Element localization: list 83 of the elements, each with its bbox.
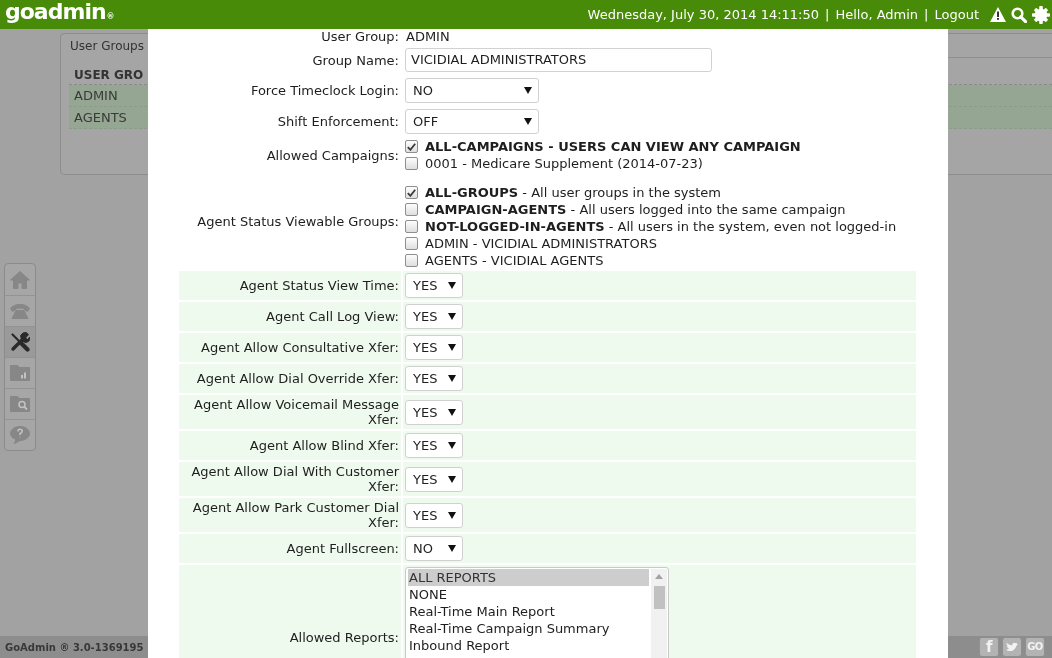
field-label: Group Name:: [312, 52, 399, 68]
folder-search-icon: [10, 396, 30, 412]
help-icon: [10, 426, 30, 444]
caret-icon: [448, 475, 456, 483]
field-label: Allowed Reports:: [289, 629, 399, 645]
caret-icon: [448, 344, 456, 351]
checkbox[interactable]: [405, 254, 418, 267]
field-label: Agent Status View Time:: [239, 278, 399, 293]
checkbox-label: 0001 - Medicare Supplement (2014-07-23): [425, 156, 703, 171]
checkmark-icon: [407, 188, 416, 197]
caret-icon: [448, 375, 456, 382]
settings-icon[interactable]: [1032, 5, 1050, 24]
checkmark-icon: [407, 142, 416, 151]
caret-icon: [448, 408, 456, 416]
folder-chart-icon: [10, 365, 30, 381]
dropdown[interactable]: OFF: [405, 109, 539, 134]
list-box[interactable]: ALL REPORTS NONE Real-Time Main Report Real-Time Campaign Summary Inbound Report: [405, 567, 669, 658]
dropdown[interactable]: YES: [405, 335, 463, 360]
caret-icon: [448, 545, 456, 552]
logo[interactable]: goadmin®: [5, 0, 115, 29]
phone-icon: [10, 303, 30, 319]
field-label: Agent Allow Consultative Xfer:: [201, 340, 399, 355]
field-label: Agent Allow Blind Xfer:: [249, 438, 399, 453]
checkbox[interactable]: [405, 203, 418, 216]
list-option[interactable]: ALL REPORTS: [408, 569, 649, 586]
field-label: Agent Allow Dial Override Xfer:: [196, 371, 399, 386]
scrollbar-thumb[interactable]: [653, 586, 665, 609]
checkbox[interactable]: [405, 157, 418, 170]
caret-icon: [448, 313, 456, 320]
dropdown[interactable]: YES: [405, 399, 463, 425]
caret-icon: [524, 118, 532, 125]
checkbox[interactable]: [405, 186, 418, 199]
date-time: Wednesday, July 30, 2014 14:11:50: [587, 7, 820, 22]
field-label: Allowed Campaigns:: [266, 147, 399, 163]
checkbox-label: ALL-GROUPS - All user groups in the system: [425, 185, 721, 200]
dropdown[interactable]: YES: [405, 502, 463, 528]
field-label: Agent Fullscreen:: [286, 541, 399, 556]
search-icon[interactable]: [1011, 6, 1027, 23]
logout-link[interactable]: Logout: [934, 7, 979, 22]
sidebar-button[interactable]: [5, 326, 35, 357]
dropdown[interactable]: YES: [405, 304, 463, 329]
separator: |: [825, 7, 830, 22]
checkbox[interactable]: [405, 140, 418, 153]
checkbox[interactable]: [405, 220, 418, 233]
dropdown[interactable]: NO: [405, 78, 539, 103]
scroll-up-icon[interactable]: [655, 574, 663, 579]
version-text: GoAdmin ® 3.0-1369195: [5, 641, 144, 653]
checkbox[interactable]: [405, 237, 418, 250]
list-option[interactable]: Inbound Report: [408, 637, 649, 654]
caret-icon: [448, 282, 456, 289]
dropdown[interactable]: YES: [405, 433, 463, 458]
list-option[interactable]: Real-Time Campaign Summary: [408, 620, 649, 637]
field-label: Agent Call Log View:: [266, 309, 399, 324]
field-label: Force Timeclock Login:: [250, 83, 399, 98]
checkbox-label: CAMPAIGN-AGENTS - All users logged into the same campaign: [425, 202, 846, 217]
list-option[interactable]: Real-Time Main Report: [408, 603, 649, 620]
field-label: Agent Status Viewable Groups:: [197, 214, 399, 229]
home-icon: [10, 270, 30, 289]
dropdown[interactable]: NO: [405, 536, 463, 561]
dropdown[interactable]: YES: [405, 273, 463, 298]
caret-icon: [448, 511, 456, 519]
checkbox-label: NOT-LOGGED-IN-AGENTS - All users in the system, even not logged-in: [425, 219, 897, 234]
separator: |: [924, 7, 929, 22]
field-label: Agent Allow Dial With Customer Xfer:: [190, 464, 399, 494]
warning-icon[interactable]: [990, 7, 1006, 22]
field-label: Agent Allow Voicemail Message Xfer:: [193, 397, 399, 427]
checkbox-label: ADMIN - VICIDIAL ADMINISTRATORS: [425, 236, 657, 251]
list-option[interactable]: NONE: [408, 586, 649, 603]
text-input[interactable]: VICIDIAL ADMINISTRATORS: [405, 48, 712, 72]
dropdown[interactable]: YES: [405, 466, 463, 492]
panel-title: User Groups: [69, 38, 145, 55]
field-label: Agent Allow Park Customer Dial Xfer:: [191, 500, 399, 530]
caret-icon: [448, 442, 456, 449]
bird-icon[interactable]: [1002, 637, 1022, 657]
dropdown[interactable]: YES: [405, 366, 463, 391]
checkbox-label: AGENTS - VICIDIAL AGENTS: [425, 253, 604, 268]
field-label: Shift Enforcement:: [277, 114, 399, 129]
field-label: User Group:: [321, 29, 399, 44]
caret-icon: [524, 87, 532, 94]
tools-icon: [10, 332, 30, 352]
field-value: ADMIN: [405, 29, 450, 44]
checkbox-label: ALL-CAMPAIGNS - USERS CAN VIEW ANY CAMPAIGN: [425, 139, 801, 154]
greeting: Hello, Admin: [835, 7, 919, 22]
